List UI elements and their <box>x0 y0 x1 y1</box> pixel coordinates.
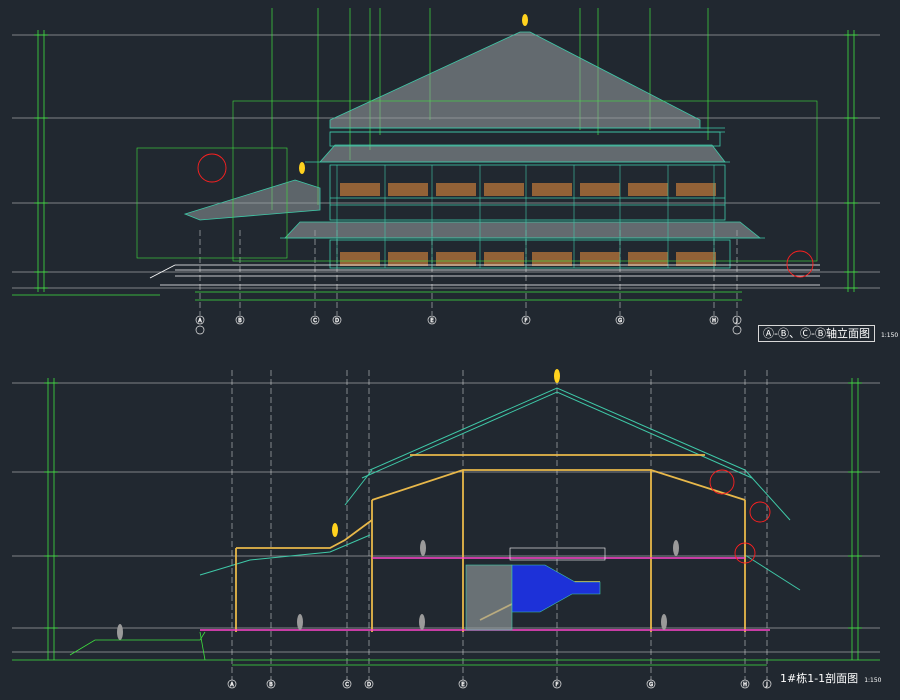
grid-axis-label: A <box>198 318 202 324</box>
grid-axis-label: G <box>618 318 622 324</box>
grid-axis-label: B <box>269 682 273 688</box>
middle-roof-tiles <box>319 144 726 163</box>
elevation-caption: Ⓐ-Ⓑ、Ⓒ-Ⓑ轴立面图 1:150 <box>758 325 899 342</box>
grid-axis-label: F <box>556 682 559 688</box>
grid-axis-label: F <box>525 318 528 324</box>
section-caption: 1#栋1-1剖面图 1:150 <box>780 670 881 686</box>
grid-axis-label: D <box>335 318 339 324</box>
grid-axis-label: H <box>743 682 747 688</box>
grid-axis-label: B <box>238 318 242 324</box>
grid-axis-label: C <box>345 682 349 688</box>
elevation-caption-title: Ⓐ-Ⓑ、Ⓒ-Ⓑ轴立面图 <box>758 325 875 342</box>
grid-axis-label: G <box>649 682 653 688</box>
drawing-sheet: A B C D E F G H J A B C D E F G H J <box>0 0 900 700</box>
elevation-caption-scale: 1:150 <box>880 332 899 339</box>
grid-axis-label: D <box>367 682 371 688</box>
section-caption-title: 1#栋1-1剖面图 <box>780 672 859 685</box>
lower-roof-tiles <box>284 221 762 239</box>
grid-axis-label: C <box>313 318 317 324</box>
section-caption-scale: 1:150 <box>864 677 882 684</box>
grid-axis-label: E <box>461 682 464 688</box>
grid-axis-label: A <box>230 682 234 688</box>
grid-axis-label: J <box>765 682 767 688</box>
grid-axis-label: H <box>712 318 716 324</box>
grid-axis-label: E <box>430 318 433 324</box>
grid-axis-label: J <box>735 318 737 324</box>
